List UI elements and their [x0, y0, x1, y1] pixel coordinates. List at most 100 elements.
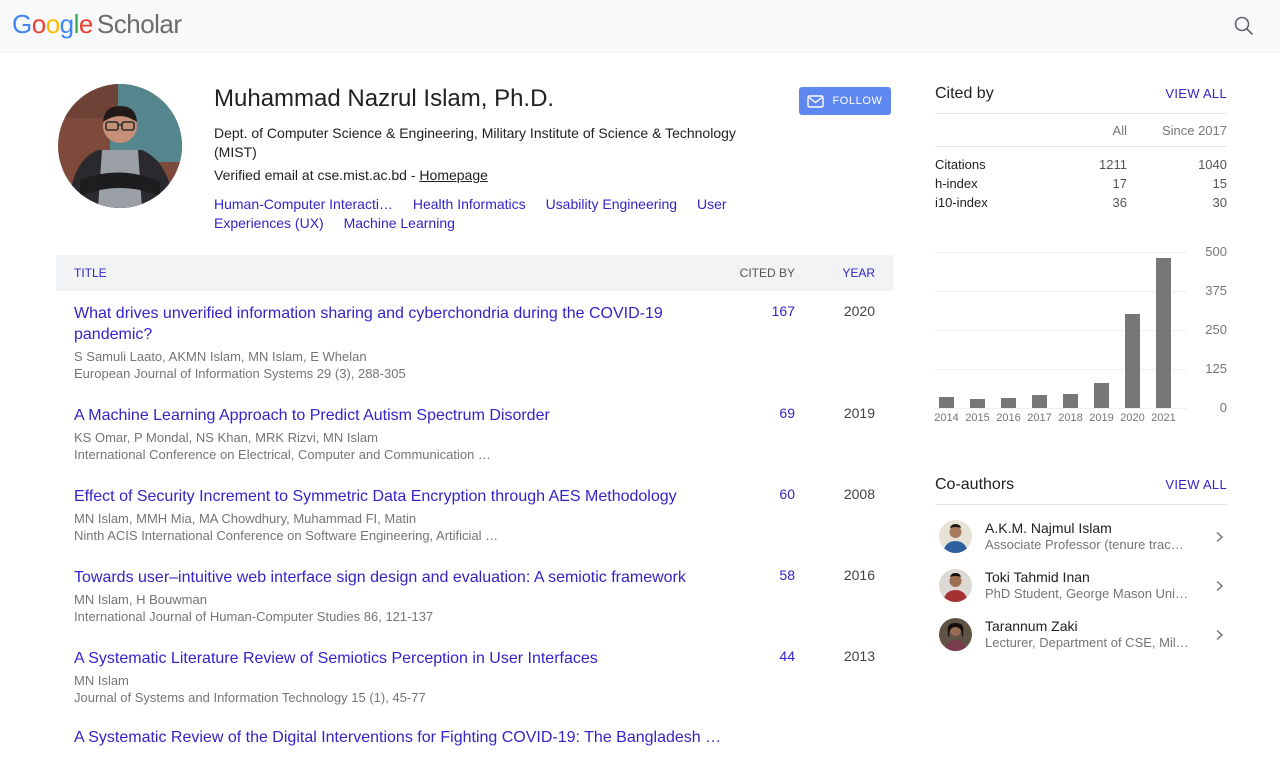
logo-google-word: Google — [12, 9, 93, 39]
envelope-icon — [807, 95, 824, 108]
chart-gridline — [935, 408, 1187, 409]
metric-value-since[interactable]: 1040 — [1127, 155, 1227, 174]
publication-year: 2016 — [795, 567, 875, 625]
chart-bar — [1032, 395, 1047, 408]
profile-affiliation: Dept. of Computer Science & Engineering,… — [214, 124, 779, 162]
follow-button[interactable]: FOLLOW — [799, 87, 891, 115]
chart-gridline — [935, 252, 1187, 253]
cited-by-section-header: Cited by VIEW ALL — [935, 85, 1227, 103]
divider — [935, 504, 1227, 505]
publication-year: 2019 — [795, 405, 875, 463]
x-tick-label: 2018 — [1055, 412, 1086, 424]
interest-link[interactable]: Health Informatics — [413, 196, 526, 212]
cited-by-count[interactable]: 58 — [725, 567, 795, 625]
cited-by-count[interactable]: 167 — [725, 303, 795, 382]
publications-header-row: TITLE CITED BY YEAR — [56, 255, 893, 291]
coauthor-affiliation: Lecturer, Department of CSE, Mil… — [985, 635, 1211, 651]
publication-venue: Journal of Systems and Information Techn… — [74, 689, 701, 706]
publication-title-link[interactable]: What drives unverified information shari… — [74, 303, 701, 345]
search-icon[interactable] — [1230, 12, 1258, 40]
cited-by-count[interactable]: 60 — [725, 486, 795, 544]
publication-authors: MN Islam — [74, 672, 701, 689]
coauthors-section-header: Co-authors VIEW ALL — [935, 476, 1227, 494]
x-tick-label: 2017 — [1024, 412, 1055, 424]
chart-bar — [1156, 258, 1171, 408]
sidebar: Cited by VIEW ALL All Since 2017 Citatio… — [935, 85, 1227, 659]
x-tick-label: 2020 — [1117, 412, 1148, 424]
table-row: Towards user–intuitive web interface sig… — [56, 555, 893, 636]
chart-bar — [970, 399, 985, 408]
x-tick-label: 2015 — [962, 412, 993, 424]
publication-title-link[interactable]: Effect of Security Increment to Symmetri… — [74, 486, 701, 507]
coauthor-name: Toki Tahmid Inan — [985, 569, 1211, 586]
coauthor-list-item[interactable]: Toki Tahmid Inan PhD Student, George Mas… — [935, 561, 1227, 610]
publication-venue: European Journal of Information Systems … — [74, 365, 701, 382]
y-tick-label: 375 — [1191, 283, 1227, 298]
x-tick-label: 2019 — [1086, 412, 1117, 424]
metric-label: h-index — [935, 174, 1047, 193]
coauthor-name: Tarannum Zaki — [985, 618, 1211, 635]
research-interests: Human-Computer Interacti… Health Informa… — [214, 195, 779, 233]
chevron-right-icon — [1211, 627, 1227, 643]
x-tick-label: 2014 — [931, 412, 962, 424]
column-header-since-2017: Since 2017 — [1127, 123, 1227, 138]
verified-email-text: Verified email at cse.mist.ac.bd - — [214, 167, 419, 183]
chart-bar — [1125, 314, 1140, 408]
verified-email: Verified email at cse.mist.ac.bd - Homep… — [214, 166, 779, 185]
cited-by-count[interactable]: 44 — [725, 648, 795, 706]
table-row: What drives unverified information shari… — [56, 291, 893, 393]
table-row: A Systematic Review of the Digital Inter… — [56, 717, 893, 759]
follow-label: FOLLOW — [832, 95, 882, 107]
chart-bar — [1094, 383, 1109, 408]
metric-row: Citations 1211 1040 — [935, 155, 1227, 174]
y-tick-label: 0 — [1191, 400, 1227, 415]
cited-by-title: Cited by — [935, 85, 994, 103]
interest-link[interactable]: Human-Computer Interacti… — [214, 196, 393, 212]
cited-by-count[interactable]: 69 — [725, 405, 795, 463]
cited-by-view-all-link[interactable]: VIEW ALL — [1165, 86, 1227, 101]
publication-title-link[interactable]: A Systematic Literature Review of Semiot… — [74, 648, 701, 669]
publication-authors: MN Islam, MMH Mia, MA Chowdhury, Muhamma… — [74, 510, 701, 527]
column-header-title[interactable]: TITLE — [74, 266, 725, 280]
coauthor-avatar — [939, 618, 972, 651]
table-row: A Machine Learning Approach to Predict A… — [56, 393, 893, 474]
coauthors-view-all-link[interactable]: VIEW ALL — [1165, 477, 1227, 492]
publication-venue: International Journal of Human-Computer … — [74, 608, 701, 625]
y-tick-label: 500 — [1191, 244, 1227, 259]
metric-value-all[interactable]: 17 — [1047, 174, 1127, 193]
chart-gridline — [935, 369, 1187, 370]
publication-venue: Ninth ACIS International Conference on S… — [74, 527, 701, 544]
metric-value-since[interactable]: 30 — [1127, 193, 1227, 212]
interest-link[interactable]: Usability Engineering — [546, 196, 678, 212]
chart-gridline — [935, 330, 1187, 331]
homepage-link[interactable]: Homepage — [419, 167, 488, 183]
metric-value-all[interactable]: 36 — [1047, 193, 1127, 212]
table-row: A Systematic Literature Review of Semiot… — [56, 636, 893, 717]
chart-gridline — [935, 291, 1187, 292]
chevron-right-icon — [1211, 529, 1227, 545]
metrics-table: Citations 1211 1040 h-index 17 15 i10-in… — [935, 147, 1227, 212]
publication-title-link[interactable]: A Systematic Review of the Digital Inter… — [74, 727, 851, 748]
publication-title-link[interactable]: Towards user–intuitive web interface sig… — [74, 567, 701, 588]
publications-table: TITLE CITED BY YEAR What drives unverifi… — [56, 255, 893, 759]
coauthor-affiliation: Associate Professor (tenure trac… — [985, 537, 1211, 553]
y-tick-label: 250 — [1191, 322, 1227, 337]
metric-row: i10-index 36 30 — [935, 193, 1227, 212]
interest-link[interactable]: Machine Learning — [344, 215, 455, 231]
coauthor-list-item[interactable]: A.K.M. Najmul Islam Associate Professor … — [935, 512, 1227, 561]
metrics-column-headers: All Since 2017 — [935, 114, 1227, 146]
logo-scholar-word: Scholar — [97, 9, 182, 39]
x-tick-label: 2016 — [993, 412, 1024, 424]
chart-bar — [1001, 398, 1016, 408]
y-tick-label: 125 — [1191, 361, 1227, 376]
metric-value-all[interactable]: 1211 — [1047, 155, 1127, 174]
profile-name: Muhammad Nazrul Islam, Ph.D. — [214, 84, 779, 114]
publication-authors: KS Omar, P Mondal, NS Khan, MRK Rizvi, M… — [74, 429, 701, 446]
chart-bar — [939, 397, 954, 408]
publication-title-link[interactable]: A Machine Learning Approach to Predict A… — [74, 405, 701, 426]
google-scholar-logo[interactable]: GoogleScholar — [12, 9, 182, 40]
citations-chart: 0125250375500201420152016201720182019202… — [935, 252, 1227, 428]
column-header-year[interactable]: YEAR — [795, 266, 875, 280]
metric-value-since[interactable]: 15 — [1127, 174, 1227, 193]
coauthor-list-item[interactable]: Tarannum Zaki Lecturer, Department of CS… — [935, 610, 1227, 659]
